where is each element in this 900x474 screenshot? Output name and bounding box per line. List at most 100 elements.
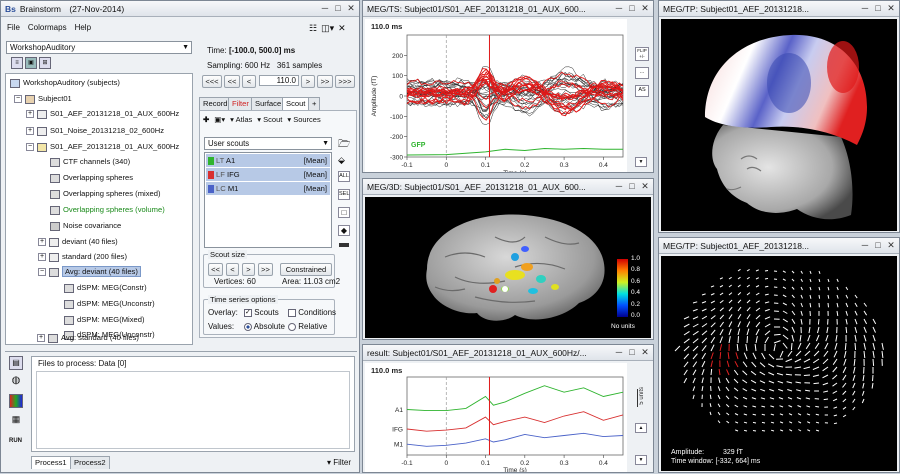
minimize-button[interactable]: ─ — [613, 3, 625, 14]
time-back-fast-button[interactable]: << — [224, 75, 240, 88]
tab-scout[interactable]: Scout — [282, 97, 309, 110]
sources-filter-icon[interactable]: ◍ — [9, 375, 23, 389]
minimize-button[interactable]: ─ — [613, 181, 625, 192]
select-all-button[interactable]: ALL — [338, 171, 350, 182]
protocol-select[interactable]: WorkshopAuditory ▼ — [6, 41, 192, 54]
functional-view-icon[interactable]: ≡ — [11, 57, 23, 69]
time-last-button[interactable]: >>> — [335, 75, 355, 88]
scout-row-a1[interactable]: LT A1[Mean] — [206, 154, 330, 167]
scout-extra-icon[interactable] — [339, 243, 349, 247]
anatomy-view-icon[interactable]: ▣ — [25, 57, 37, 69]
ts-chart[interactable]: 110.0 ms2001000-100-200-300-0.100.10.20.… — [365, 19, 627, 172]
result-chart[interactable]: 110.0 msA1IFGM1-0.100.10.20.30.4Time (s) — [365, 363, 627, 472]
sensor-traces[interactable] — [407, 66, 623, 124]
scroll-down-icon[interactable]: ▼ — [635, 455, 647, 465]
head-viewport[interactable] — [661, 19, 897, 231]
shrink-button[interactable]: < — [226, 263, 239, 276]
tree-root[interactable]: WorkshopAuditory (subjects) — [10, 76, 120, 89]
select-button[interactable]: SEL — [338, 189, 350, 200]
scout-series-m1[interactable] — [407, 433, 623, 446]
colorbar[interactable] — [617, 259, 628, 317]
tree-os3[interactable]: Overlapping spheres (volume) — [50, 203, 165, 216]
close-button[interactable]: ✕ — [885, 3, 897, 14]
close-panel-icon[interactable]: ✕ — [338, 23, 346, 34]
display-options-icon[interactable]: ▣▾ — [214, 115, 225, 124]
tree-deviant[interactable]: +deviant (40 files) — [38, 235, 118, 248]
add-scout-icon[interactable]: ✚ — [203, 115, 209, 124]
tree-noise[interactable]: Noise covariance — [50, 219, 121, 232]
files-drop-area[interactable] — [36, 371, 350, 449]
menu-colormaps[interactable]: Colormaps — [28, 23, 67, 35]
tree-avg-standard[interactable]: +Avg: standard (40 files) — [37, 331, 139, 344]
time-forward-button[interactable]: > — [301, 75, 315, 88]
scroll-up-icon[interactable]: ▲ — [635, 423, 647, 433]
minimize-button[interactable]: ─ — [613, 347, 625, 358]
maximize-button[interactable]: □ — [626, 181, 638, 192]
more-options-button[interactable]: ... — [635, 67, 649, 79]
tree-os1[interactable]: Overlapping spheres — [50, 171, 133, 184]
tree-raw2[interactable]: +S01_Noise_20131218_02_600Hz — [26, 124, 164, 137]
subject-view-icon[interactable]: ⊞ — [39, 57, 51, 69]
relative-radio[interactable]: Relative — [288, 322, 327, 331]
close-button[interactable]: ✕ — [639, 3, 651, 14]
minimize-button[interactable]: ─ — [319, 3, 331, 14]
scout-menu[interactable]: ▾ Scout — [257, 115, 282, 124]
maximize-button[interactable]: □ — [332, 3, 344, 14]
menu-file[interactable]: File — [7, 23, 20, 35]
sources-menu[interactable]: ▾ Sources — [287, 115, 320, 124]
tree-standard[interactable]: +standard (200 files) — [38, 250, 127, 263]
scout-ifg-marker[interactable] — [489, 285, 497, 293]
scout-edit-icon[interactable]: ⬙ — [338, 155, 345, 166]
maximize-button[interactable]: □ — [626, 3, 638, 14]
tab-record[interactable]: Record — [199, 97, 231, 110]
absolute-radio[interactable]: Absolute — [244, 322, 285, 331]
atlas-menu[interactable]: ▾ Atlas — [230, 115, 252, 124]
tree-cond[interactable]: −S01_AEF_20131218_01_AUX_600Hz — [26, 140, 179, 153]
minimize-button[interactable]: ─ — [859, 3, 871, 14]
time-back-button[interactable]: < — [242, 75, 256, 88]
atlas-select[interactable]: User scouts ▼ — [204, 137, 332, 150]
tree-raw1[interactable]: +S01_AEF_20131218_01_AUX_600Hz — [26, 107, 179, 120]
tab-filter[interactable]: Filter — [228, 97, 253, 110]
minimize-button[interactable]: ─ — [859, 240, 871, 251]
show-center-icon[interactable]: ◆ — [338, 225, 350, 236]
tab-surface[interactable]: Surface — [251, 97, 285, 110]
scouts-checkbox[interactable]: ✓ Scouts — [244, 308, 279, 317]
close-button[interactable]: ✕ — [639, 181, 651, 192]
tree-dspm2[interactable]: dSPM: MEG(Unconstr) — [64, 297, 155, 310]
maximize-button[interactable]: □ — [872, 240, 884, 251]
data-filter-icon[interactable]: ▤ — [9, 356, 23, 370]
tab-add[interactable]: + — [308, 97, 320, 110]
scout-row-m1[interactable]: LC M1[Mean] — [206, 182, 330, 195]
constrained-button[interactable]: Constrained — [280, 263, 332, 276]
timefreq-filter-icon[interactable] — [9, 394, 23, 408]
3d-viewport[interactable]: 1.0 0.8 0.6 0.4 0.2 0.0 No units — [365, 197, 651, 338]
layout-icon[interactable]: ◫▾ — [321, 23, 334, 34]
tree-subject[interactable]: −Subject01 — [14, 92, 72, 105]
close-button[interactable]: ✕ — [345, 3, 357, 14]
flip-button[interactable]: FLIP +/- — [635, 47, 649, 61]
scout-series-ifg[interactable] — [407, 412, 623, 432]
maximize-button[interactable]: □ — [626, 347, 638, 358]
scout-a1-marker[interactable] — [502, 286, 508, 292]
tree-dspm1[interactable]: dSPM: MEG(Constr) — [64, 281, 147, 294]
menu-help[interactable]: Help — [75, 23, 91, 35]
show-contour-icon[interactable]: □ — [338, 207, 350, 218]
run-button[interactable]: RUN — [9, 438, 25, 444]
open-folder-icon[interactable]: 🗁 — [338, 137, 350, 154]
close-button[interactable]: ✕ — [885, 240, 897, 251]
time-forward-fast-button[interactable]: >> — [317, 75, 333, 88]
scroll-down-icon[interactable]: ▼ — [635, 157, 647, 167]
tree-avg-deviant[interactable]: −Avg: deviant (40 files) — [38, 265, 141, 278]
grow-fast-button[interactable]: >> — [258, 263, 273, 276]
conditions-checkbox[interactable]: Conditions — [288, 308, 336, 317]
grow-button[interactable]: > — [242, 263, 255, 276]
shrink-fast-button[interactable]: << — [208, 263, 223, 276]
tab-process2[interactable]: Process2 — [70, 456, 110, 469]
tab-process1[interactable]: Process1 — [31, 456, 71, 469]
panel-list-icon[interactable]: ☷ — [309, 23, 317, 34]
matrix-filter-icon[interactable]: ▦ — [9, 413, 23, 427]
time-value-input[interactable]: 110.0 — [259, 75, 299, 86]
tree-ctf[interactable]: CTF channels (340) — [50, 155, 130, 168]
time-first-button[interactable]: <<< — [202, 75, 222, 88]
